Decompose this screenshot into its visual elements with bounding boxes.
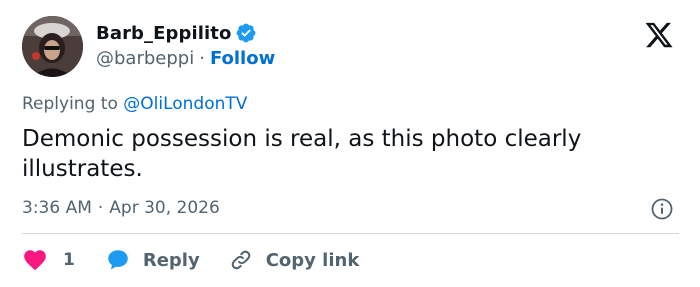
avatar[interactable] — [22, 16, 83, 77]
tweet-timestamp[interactable]: 3:36 AM · Apr 30, 2026 — [22, 198, 220, 218]
x-logo-icon[interactable] — [641, 20, 677, 50]
timestamp-separator: · — [97, 198, 104, 218]
copy-link-label: Copy link — [265, 249, 360, 271]
tweet-date: Apr 30, 2026 — [109, 198, 220, 218]
reply-button[interactable]: Reply — [105, 247, 200, 273]
author-display-name[interactable]: Barb_Eppilito — [96, 23, 231, 44]
verified-badge-icon — [237, 23, 256, 43]
divider — [22, 233, 679, 234]
replying-to-prefix: Replying to — [22, 94, 124, 114]
like-button[interactable]: 1 — [22, 247, 75, 273]
link-icon — [231, 250, 251, 270]
tweet-time: 3:36 AM — [22, 198, 92, 218]
tweet-text: Demonic possession is real, as this phot… — [22, 126, 582, 182]
info-icon[interactable] — [650, 197, 674, 221]
author-handle[interactable]: @barbeppi — [96, 48, 194, 69]
replying-to: Replying to @OliLondonTV — [22, 94, 247, 114]
tweet-actions: 1 Reply Copy link — [22, 246, 359, 274]
author-handle-row: @barbeppi · Follow — [96, 48, 275, 69]
reply-target-link[interactable]: @OliLondonTV — [123, 94, 247, 114]
reply-label: Reply — [142, 249, 200, 271]
follow-button[interactable]: Follow — [210, 48, 275, 69]
author-name-row: Barb_Eppilito — [96, 22, 257, 44]
avatar-image — [22, 16, 83, 77]
like-count: 1 — [63, 250, 75, 270]
tweet-card: Barb_Eppilito @barbeppi · Follow Replyin… — [0, 0, 700, 287]
copy-link-button[interactable]: Copy link — [228, 247, 360, 273]
heart-icon — [24, 250, 46, 271]
separator-dot: · — [199, 48, 205, 69]
reply-bubble-icon — [108, 250, 128, 270]
